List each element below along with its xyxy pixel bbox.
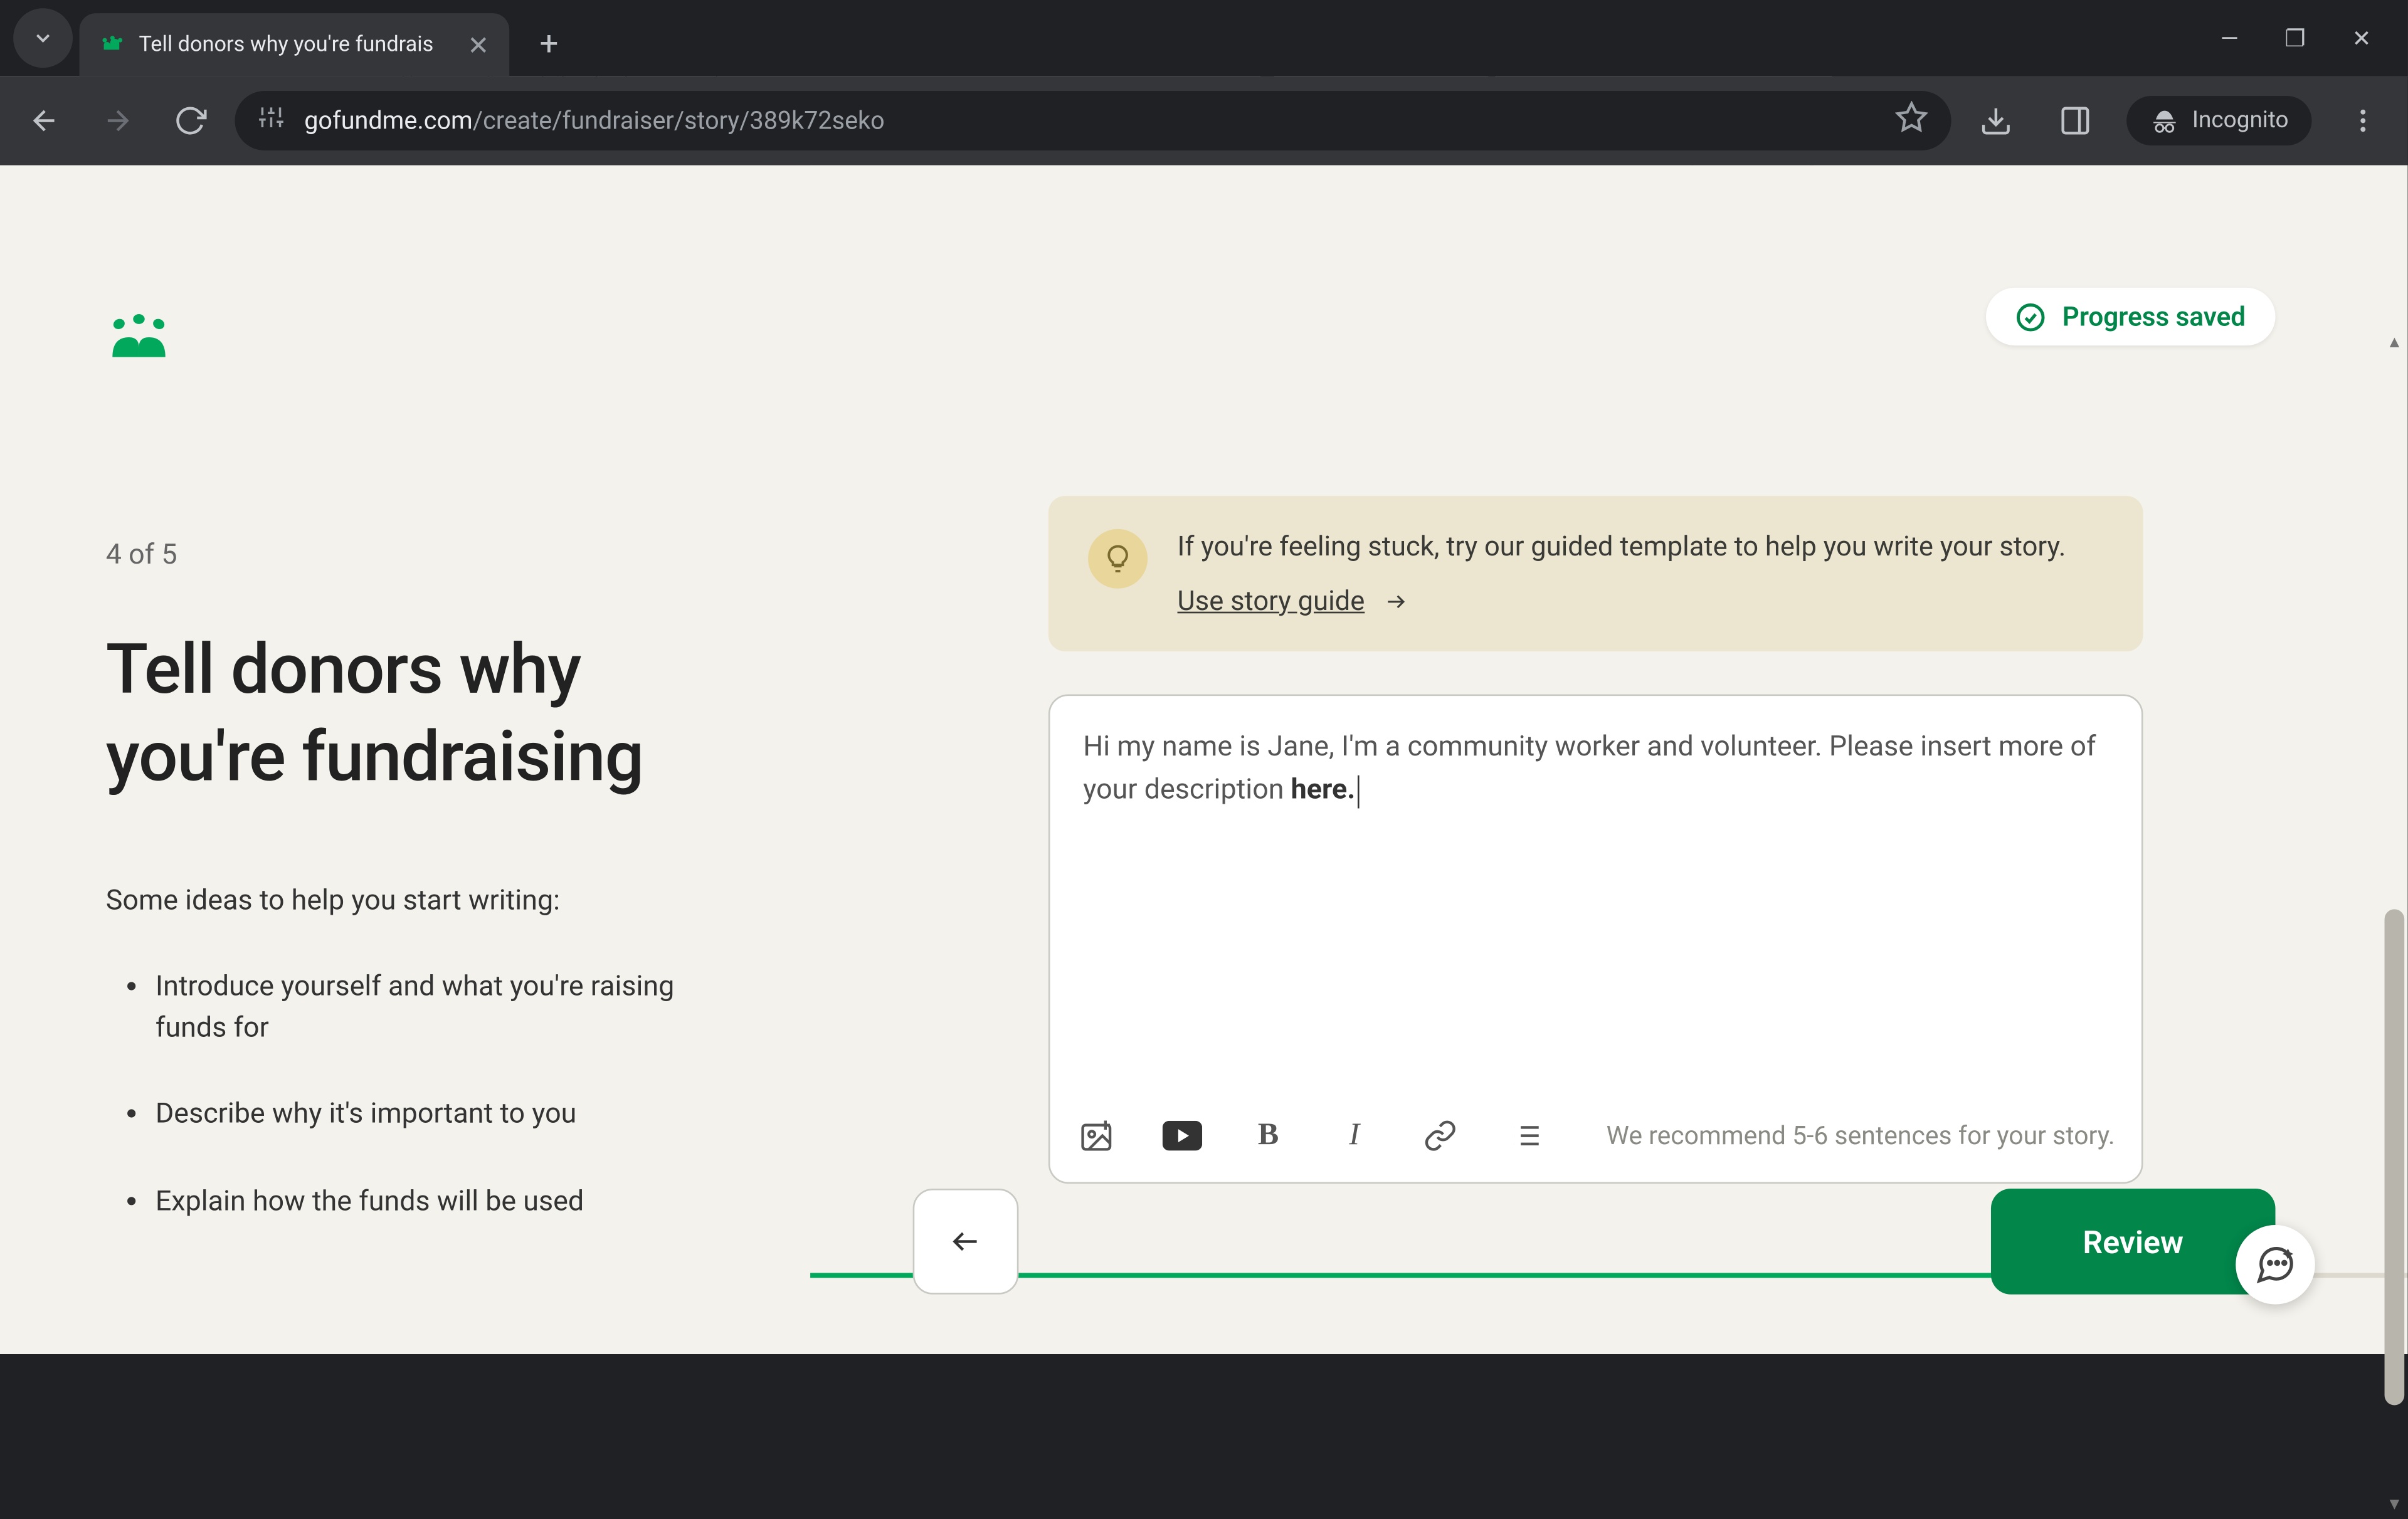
arrow-left-icon [28,104,61,137]
review-button[interactable]: Review [1991,1189,2276,1295]
idea-item: Describe why it's important to you [156,1095,685,1135]
downloads-button[interactable] [1967,93,2024,149]
scroll-up-arrow-icon[interactable]: ▲ [2385,330,2405,354]
hint-text: If you're feeling stuck, try our guided … [1178,529,2066,570]
step-indicator: 4 of 5 [106,539,711,572]
kebab-icon [2348,106,2378,135]
window-controls: — ❐ ✕ [2221,26,2408,76]
site-settings-icon[interactable] [258,104,284,137]
new-tab-button[interactable]: + [522,16,575,69]
lightbulb-icon [1088,529,1148,589]
scroll-thumb[interactable] [2385,909,2405,1405]
progress-saved-label: Progress saved [2062,301,2246,332]
idea-item: Explain how the funds will be used [156,1182,685,1222]
editor-hint: We recommend 5-6 sentences for your stor… [1607,1121,2115,1150]
story-text-bold: here. [1291,774,1356,807]
arrow-right-icon [101,104,134,137]
browser-menu-button[interactable] [2335,93,2391,149]
reload-icon [174,104,207,137]
address-bar[interactable]: gofundme.com/create/fundraiser/story/389… [235,91,1950,150]
story-text-plain: Hi my name is Jane, I'm a community work… [1083,731,2096,807]
review-label: Review [2083,1222,2184,1261]
help-chat-button[interactable] [2236,1225,2315,1305]
text-cursor [1357,775,1359,808]
hint-link-label: Use story guide [1178,586,1365,618]
page-heading: Tell donors why you're fundraising [106,628,711,802]
url-text: gofundme.com/create/fundraiser/story/389… [304,106,884,135]
bookmark-star-icon[interactable] [1894,101,1928,140]
arrow-left-icon [943,1225,989,1258]
incognito-label: Incognito [2192,107,2289,134]
arrow-right-icon [1381,591,1411,614]
close-window-icon[interactable]: ✕ [2352,26,2372,53]
list-icon [1510,1119,1543,1152]
page-scrollbar[interactable]: ▲ ▼ [2381,330,2407,1519]
forward-nav-button[interactable] [89,93,145,149]
back-nav-button[interactable] [16,93,73,149]
tab-title: Tell donors why you're fundrais [139,32,434,57]
panel-icon [2058,104,2091,137]
ideas-intro: Some ideas to help you start writing: [106,885,711,918]
browser-titlebar: Tell donors why you're fundrais ✕ + — ❐ … [0,0,2407,76]
insert-image-button[interactable] [1077,1116,1116,1155]
progress-saved-badge: Progress saved [1986,288,2275,345]
idea-item: Introduce yourself and what you're raisi… [156,967,685,1049]
editor-toolbar: B I We recommend 5-6 sentences for your … [1050,1090,2141,1182]
tab-close-icon[interactable]: ✕ [467,29,489,60]
download-icon [1979,104,2012,137]
incognito-icon [2149,106,2178,135]
chevron-down-icon [31,26,55,50]
bullet-list-button[interactable] [1506,1116,1546,1155]
ideas-list: Introduce yourself and what you're raisi… [106,967,711,1223]
gofundme-logo-icon[interactable] [106,314,172,357]
image-plus-icon [1078,1118,1114,1154]
insert-link-button[interactable] [1420,1116,1460,1155]
story-guide-hint: If you're feeling stuck, try our guided … [1048,496,2143,651]
wizard-main: Progress saved If you're feeling stuck, … [810,166,2407,1354]
chat-sparkle-icon [2254,1243,2297,1286]
maximize-icon[interactable]: ❐ [2285,26,2306,53]
browser-toolbar: gofundme.com/create/fundraiser/story/389… [0,76,2407,165]
page-content: 4 of 5 Tell donors why you're fundraisin… [0,166,2407,1354]
incognito-indicator[interactable]: Incognito [2126,96,2311,145]
tab-search-dropdown[interactable] [13,8,73,68]
story-textarea[interactable]: Hi my name is Jane, I'm a community work… [1050,696,2141,1090]
link-icon [1423,1119,1457,1152]
story-editor: Hi my name is Jane, I'm a community work… [1048,695,2143,1184]
back-button[interactable] [913,1189,1019,1295]
bold-button[interactable]: B [1249,1116,1288,1155]
youtube-icon [1163,1121,1202,1150]
minimize-icon[interactable]: — [2221,26,2239,53]
wizard-sidebar: 4 of 5 Tell donors why you're fundraisin… [0,166,810,1354]
insert-video-button[interactable] [1163,1116,1202,1155]
use-story-guide-link[interactable]: Use story guide [1178,586,1412,618]
italic-button[interactable]: I [1334,1116,1374,1155]
scroll-down-arrow-icon[interactable]: ▼ [2385,1493,2405,1516]
favicon-gofundme-icon [99,31,125,58]
reload-button[interactable] [162,93,218,149]
checkmark-circle-icon [2016,302,2046,331]
sidepanel-button[interactable] [2047,93,2103,149]
browser-tab-active[interactable]: Tell donors why you're fundrais ✕ [80,13,510,76]
